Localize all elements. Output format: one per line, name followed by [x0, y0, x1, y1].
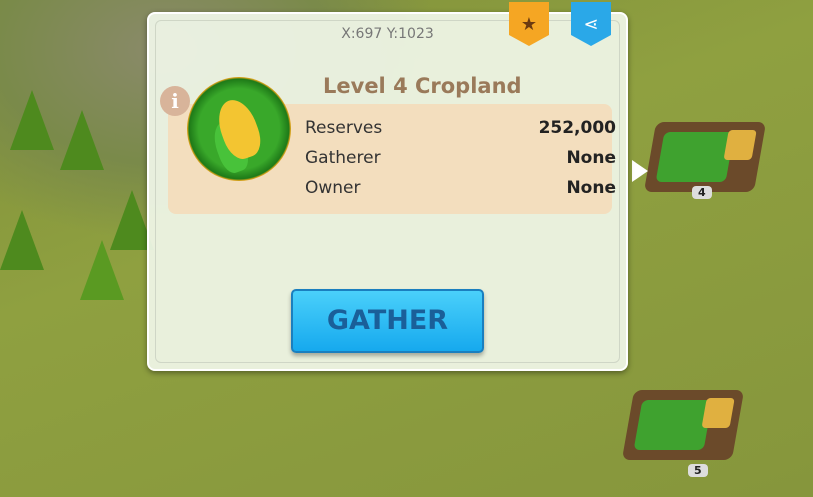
- share-icon: ⋖: [583, 13, 599, 35]
- corn-icon: [187, 77, 291, 181]
- stat-label: Gatherer: [305, 148, 381, 168]
- resource-title: Level 4 Cropland: [323, 74, 522, 98]
- star-icon: ★: [520, 13, 538, 35]
- cropland-tile[interactable]: [643, 122, 767, 192]
- stat-label: Owner: [305, 178, 361, 198]
- coordinates[interactable]: X:697 Y:1023: [149, 26, 626, 42]
- stat-value: None: [566, 178, 616, 198]
- stat-value: None: [566, 148, 616, 168]
- stat-row-reserves: Reserves 252,000: [305, 118, 616, 138]
- tree: [10, 90, 54, 150]
- pointer-arrow-icon: [632, 160, 648, 182]
- tile-level: 4: [692, 186, 712, 199]
- stat-label: Reserves: [305, 118, 383, 138]
- gather-button[interactable]: GATHER: [291, 289, 484, 353]
- tree: [60, 110, 104, 170]
- cropland-tile[interactable]: [621, 390, 745, 460]
- resource-info-panel: X:697 Y:1023 ★ ⋖ Level 4 Cropland i Rese…: [147, 2, 628, 371]
- stat-row-gatherer: Gatherer None: [305, 148, 616, 168]
- stat-value: 252,000: [538, 118, 616, 138]
- tile-level: 5: [688, 464, 708, 477]
- tree: [0, 210, 44, 270]
- info-icon[interactable]: i: [160, 86, 190, 116]
- stat-row-owner: Owner None: [305, 178, 616, 198]
